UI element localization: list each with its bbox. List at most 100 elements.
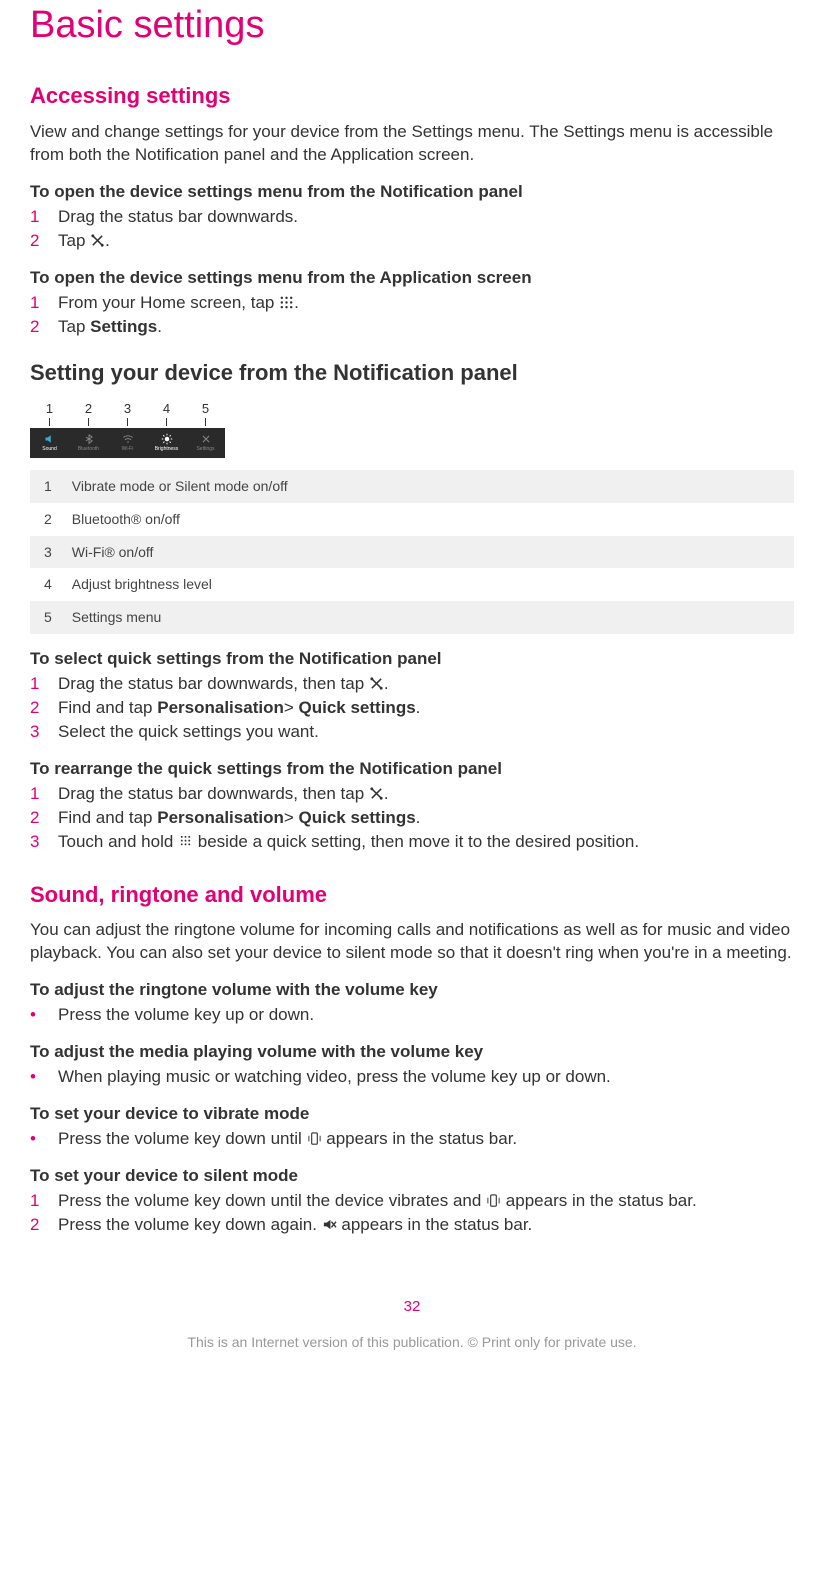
step: 2 Find and tap Personalisation> Quick se…	[58, 807, 794, 830]
text: Drag the status bar downwards, then tap	[58, 674, 369, 693]
step-text: Press the volume key down until the devi…	[58, 1190, 794, 1213]
qp-bluetooth: Bluetooth	[69, 428, 108, 458]
step-text: Drag the status bar downwards, then tap …	[58, 673, 794, 696]
text-bold: Personalisation	[157, 808, 284, 827]
text: Press the volume key down again.	[58, 1215, 322, 1234]
text: beside a quick setting, then move it to …	[193, 832, 639, 851]
callout-ticks	[30, 418, 225, 428]
callout-num: 5	[202, 400, 209, 418]
qp-label: Settings	[196, 446, 214, 453]
drag-handle-icon	[178, 834, 193, 849]
step-number: 1	[30, 783, 58, 806]
text: .	[157, 317, 162, 336]
step-text: Drag the status bar downwards, then tap …	[58, 783, 794, 806]
text: appears in the status bar.	[322, 1129, 518, 1148]
bluetooth-icon	[83, 433, 95, 445]
callout-num: 1	[46, 400, 53, 418]
table-row: 4Adjust brightness level	[30, 568, 794, 601]
page-number: 32	[30, 1297, 794, 1317]
text: Press the volume key down until	[58, 1129, 307, 1148]
bullet-marker: •	[30, 1128, 58, 1151]
apps-grid-icon	[279, 295, 294, 310]
step-number: 1	[30, 206, 58, 229]
wifi-icon	[122, 433, 134, 445]
text: Drag the status bar downwards, then tap	[58, 784, 369, 803]
legend-desc: Settings menu	[62, 601, 794, 634]
step-number: 2	[30, 807, 58, 830]
task-rearrange-quick: To rearrange the quick settings from the…	[30, 758, 794, 781]
task-silent-mode: To set your device to silent mode	[30, 1165, 794, 1188]
callout-numbers: 1 2 3 4 5	[30, 400, 225, 418]
text-bold: Quick settings	[299, 808, 416, 827]
qp-sound: Sound	[30, 428, 69, 458]
bullet-item: • When playing music or watching video, …	[30, 1066, 794, 1089]
qp-label: Sound	[42, 446, 56, 453]
table-row: 5Settings menu	[30, 601, 794, 634]
step-text: Touch and hold beside a quick setting, t…	[58, 831, 794, 854]
legend-num: 2	[30, 503, 62, 536]
step-number: 2	[30, 1214, 58, 1237]
volume-icon	[44, 433, 56, 445]
legend-num: 5	[30, 601, 62, 634]
text: appears in the status bar.	[501, 1191, 697, 1210]
step: 1 From your Home screen, tap .	[58, 292, 794, 315]
step-text: From your Home screen, tap .	[58, 292, 794, 315]
qp-brightness: Brightness	[147, 428, 186, 458]
step-number: 2	[30, 316, 58, 339]
text-bold: Personalisation	[157, 698, 284, 717]
legend-num: 3	[30, 536, 62, 569]
text: appears in the status bar.	[337, 1215, 533, 1234]
step: 2 Press the volume key down again. appea…	[58, 1214, 794, 1237]
step: 1 Drag the status bar downwards, then ta…	[58, 673, 794, 696]
bullet-marker: •	[30, 1004, 58, 1027]
qp-label: Wi-Fi	[122, 446, 134, 453]
step-number: 2	[30, 230, 58, 253]
table-row: 1Vibrate mode or Silent mode on/off	[30, 470, 794, 503]
settings-cross-icon	[369, 786, 384, 801]
task-open-notification: To open the device settings menu from th…	[30, 181, 794, 204]
qp-label: Brightness	[155, 446, 179, 453]
mute-icon	[322, 1217, 337, 1232]
settings-icon	[200, 433, 212, 445]
step: 3 Touch and hold beside a quick setting,…	[58, 831, 794, 854]
step-text: Tap Settings.	[58, 316, 794, 339]
step-number: 1	[30, 673, 58, 696]
qp-wifi: Wi-Fi	[108, 428, 147, 458]
text: >	[284, 808, 299, 827]
callout-num: 3	[124, 400, 131, 418]
text: Tap	[58, 317, 90, 336]
bullet-text: Press the volume key down until appears …	[58, 1128, 794, 1151]
brightness-icon	[161, 433, 173, 445]
step: 2 Tap .	[58, 230, 794, 253]
legend-desc: Vibrate mode or Silent mode on/off	[62, 470, 794, 503]
section-sound: Sound, ringtone and volume You can adjus…	[30, 880, 794, 1237]
legend-desc: Adjust brightness level	[62, 568, 794, 601]
table-row: 2Bluetooth® on/off	[30, 503, 794, 536]
legend-table: 1Vibrate mode or Silent mode on/off 2Blu…	[30, 470, 794, 634]
quick-panel-bar: Sound Bluetooth Wi-Fi Brightness Setting…	[30, 428, 225, 458]
heading-sound: Sound, ringtone and volume	[30, 880, 794, 910]
step: 2 Tap Settings.	[58, 316, 794, 339]
step-number: 1	[30, 1190, 58, 1213]
bullet-item: • Press the volume key up or down.	[30, 1004, 794, 1027]
text-bold: Quick settings	[299, 698, 416, 717]
text: .	[416, 808, 421, 827]
text-bold: Settings	[90, 317, 157, 336]
settings-cross-icon	[369, 676, 384, 691]
task-select-quick: To select quick settings from the Notifi…	[30, 648, 794, 671]
footer-note: This is an Internet version of this publ…	[30, 1333, 794, 1352]
step-text: Drag the status bar downwards.	[58, 206, 794, 229]
step: 1 Drag the status bar downwards.	[58, 206, 794, 229]
text: Press the volume key down until the devi…	[58, 1191, 486, 1210]
step-number: 2	[30, 697, 58, 720]
text: From your Home screen, tap	[58, 293, 279, 312]
step: 3 Select the quick settings you want.	[58, 721, 794, 744]
qp-label: Bluetooth	[78, 446, 99, 453]
step-text: Find and tap Personalisation> Quick sett…	[58, 697, 794, 720]
vibrate-icon	[307, 1131, 322, 1146]
step-text: Tap .	[58, 230, 794, 253]
legend-num: 1	[30, 470, 62, 503]
page-content: Basic settings Accessing settings View a…	[0, 0, 824, 1392]
text: Find and tap	[58, 808, 157, 827]
step-number: 3	[30, 831, 58, 854]
